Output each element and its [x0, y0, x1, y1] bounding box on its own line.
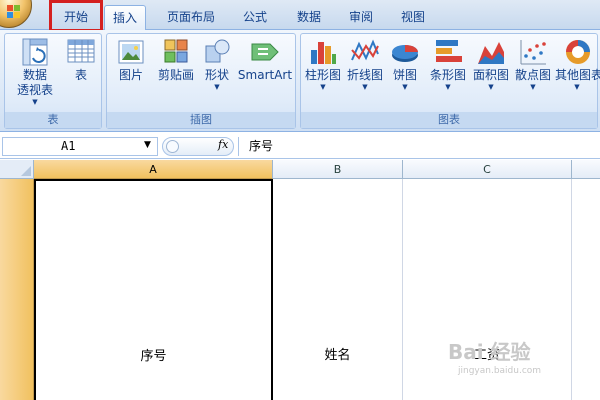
chevron-down-icon: ▼	[402, 83, 408, 91]
chevron-down-icon: ▼	[32, 98, 38, 106]
area-chart-label: 面积图	[472, 68, 509, 82]
smartart-icon	[249, 36, 281, 68]
column-header-d[interactable]	[572, 160, 600, 179]
cell-b1[interactable]: 姓名	[273, 179, 403, 400]
clip-art-label: 剪贴画	[157, 68, 194, 82]
office-logo-icon	[7, 5, 21, 19]
chevron-down-icon: ▼	[574, 83, 580, 91]
column-chart-icon	[307, 36, 339, 68]
highlight-box	[49, 0, 103, 32]
chevron-down-icon: ▼	[488, 83, 494, 91]
table-label: 表	[74, 68, 87, 82]
bar-chart-icon	[432, 36, 464, 68]
scatter-chart-button[interactable]: 散点图 ▼	[513, 36, 553, 91]
shapes-button[interactable]: 形状 ▼	[199, 36, 235, 91]
chevron-down-icon: ▼	[320, 83, 326, 91]
tab-data[interactable]: 数据	[286, 5, 332, 30]
cell-a1[interactable]: 序号	[34, 179, 273, 400]
scatter-chart-label: 散点图	[514, 68, 551, 82]
tab-formulas[interactable]: 公式	[232, 5, 278, 30]
tables-group-label: 表	[5, 112, 101, 128]
formula-bar: A1 ▼ fx 序号	[0, 135, 600, 159]
watermark-url: jingyan.baidu.com	[458, 366, 542, 376]
scatter-chart-icon	[517, 36, 549, 68]
picture-button[interactable]: 图片	[111, 36, 151, 83]
select-all-button[interactable]	[0, 160, 34, 179]
ribbon-group-tables: 数据 透视表 ▼ 表 表	[4, 33, 102, 129]
line-chart-label: 折线图	[346, 68, 383, 82]
watermark-text: Bai 经验	[448, 340, 531, 364]
column-chart-label: 柱形图	[304, 68, 341, 82]
chevron-down-icon: ▼	[445, 83, 451, 91]
pivot-table-label-2: 透视表	[16, 83, 53, 97]
formula-input[interactable]: 序号	[238, 137, 600, 156]
name-box[interactable]: A1	[2, 137, 158, 156]
tab-insert[interactable]: 插入	[104, 5, 146, 31]
pie-chart-icon	[389, 36, 421, 68]
row-header-1[interactable]	[0, 179, 34, 400]
pie-chart-label: 饼图	[392, 68, 417, 82]
shapes-icon	[201, 36, 233, 68]
expand-handle-icon[interactable]	[166, 140, 179, 153]
ribbon-group-charts: 柱形图 ▼ 折线图 ▼ 饼图 ▼ 条形图 ▼ 面积图 ▼ 散点图 ▼ 其他图表 …	[300, 33, 600, 129]
illustrations-group-label: 插图	[107, 112, 295, 128]
shapes-label: 形状	[204, 68, 229, 82]
tab-view[interactable]: 视图	[390, 5, 436, 30]
bar-chart-button[interactable]: 条形图 ▼	[427, 36, 469, 91]
insert-function-button[interactable]: fx	[218, 138, 228, 151]
smartart-button[interactable]: SmartArt	[235, 36, 295, 83]
table-button[interactable]: 表	[63, 36, 99, 83]
picture-icon	[115, 36, 147, 68]
picture-label: 图片	[118, 68, 143, 82]
table-icon	[65, 36, 97, 68]
ribbon: 数据 透视表 ▼ 表 表 图片 剪贴画 形状 ▼ SmartArt 插图 柱形图…	[0, 30, 600, 132]
pivot-table-button[interactable]: 数据 透视表 ▼	[11, 36, 59, 106]
cell-a1-text: 序号	[140, 349, 167, 364]
ribbon-tab-bar: 开始 插入 页面布局 公式 数据 审阅 视图	[0, 0, 600, 32]
tab-page-layout[interactable]: 页面布局	[156, 5, 226, 30]
pivot-table-icon	[19, 36, 51, 68]
smartart-label: SmartArt	[237, 68, 293, 82]
column-header-a[interactable]: A	[34, 160, 273, 179]
chevron-down-icon: ▼	[362, 83, 368, 91]
cell-b1-text: 姓名	[324, 348, 351, 363]
other-charts-icon	[561, 36, 593, 68]
clip-art-icon	[160, 36, 192, 68]
chevron-down-icon: ▼	[530, 83, 536, 91]
office-button[interactable]	[0, 0, 32, 28]
chevron-down-icon[interactable]: ▼	[144, 140, 151, 150]
column-header-b[interactable]: B	[273, 160, 403, 179]
charts-group-label: 图表	[301, 112, 597, 128]
baidu-watermark: Bai 经验 jingyan.baidu.com	[448, 336, 598, 386]
chevron-down-icon: ▼	[214, 83, 220, 91]
ribbon-group-illustrations: 图片 剪贴画 形状 ▼ SmartArt 插图	[106, 33, 296, 129]
bar-chart-label: 条形图	[429, 68, 466, 82]
area-chart-icon	[475, 36, 507, 68]
line-chart-icon	[349, 36, 381, 68]
area-chart-button[interactable]: 面积图 ▼	[471, 36, 511, 91]
tab-review[interactable]: 审阅	[338, 5, 384, 30]
pie-chart-button[interactable]: 饼图 ▼	[387, 36, 423, 91]
line-chart-button[interactable]: 折线图 ▼	[345, 36, 385, 91]
other-charts-label: 其他图表	[555, 68, 600, 82]
column-chart-button[interactable]: 柱形图 ▼	[303, 36, 343, 91]
column-header-c[interactable]: C	[403, 160, 572, 179]
other-charts-button[interactable]: 其他图表 ▼	[555, 36, 600, 91]
clip-art-button[interactable]: 剪贴画	[153, 36, 199, 83]
pivot-table-label: 数据	[22, 68, 47, 82]
